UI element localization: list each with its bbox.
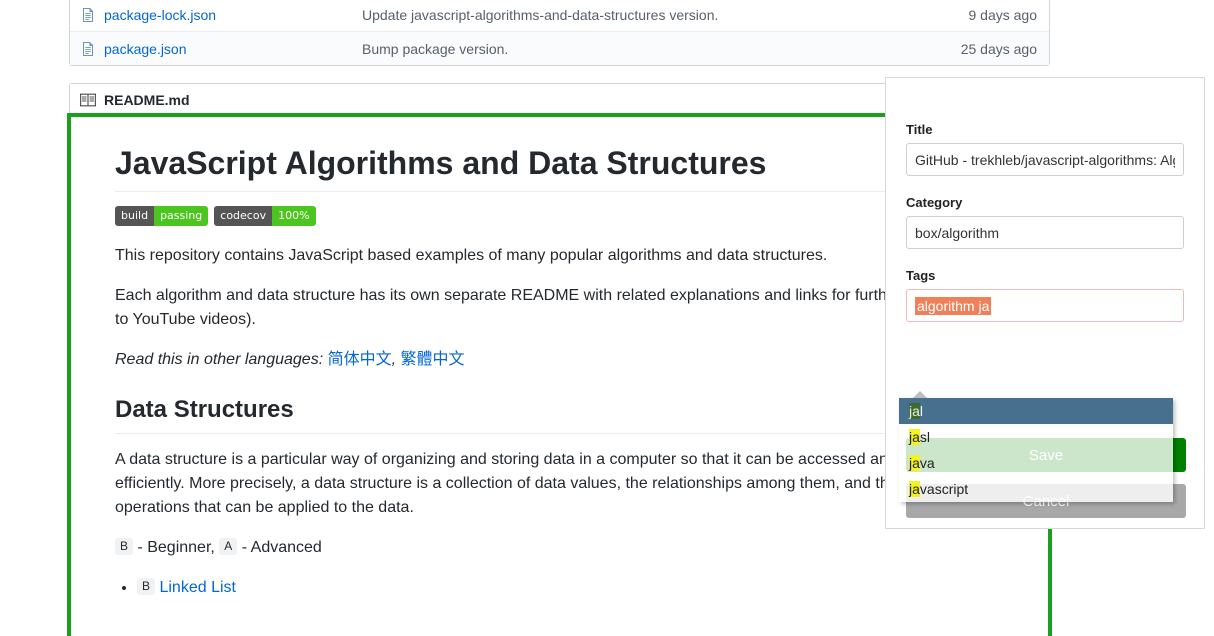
book-icon xyxy=(80,92,96,108)
tags-selected-text: algorithm ja xyxy=(915,297,991,315)
legend-advanced-badge: A xyxy=(219,538,237,555)
commit-age: 9 days ago xyxy=(969,7,1050,23)
commit-message: Bump package version. xyxy=(362,41,961,57)
table-row[interactable]: package-lock.json Update javascript-algo… xyxy=(70,0,1049,31)
legend-beginner-badge: B xyxy=(115,538,133,555)
tags-autocomplete-dropdown: jal jasl java javascript xyxy=(899,398,1173,502)
file-name-cell: package.json xyxy=(104,41,362,57)
page-root: package-lock.json Update javascript-algo… xyxy=(0,0,1214,636)
readme-filename: README.md xyxy=(104,92,190,108)
match-highlight: ja xyxy=(909,403,920,419)
title-input[interactable] xyxy=(906,143,1184,176)
description-paragraph: Each algorithm and data structure has it… xyxy=(115,284,1017,332)
autocomplete-option[interactable]: javascript xyxy=(899,476,1173,502)
autocomplete-option[interactable]: jasl xyxy=(899,424,1173,450)
commit-age: 25 days ago xyxy=(961,41,1049,57)
badge-value: passing xyxy=(154,206,208,226)
data-structures-list: B Linked List xyxy=(115,576,1017,600)
file-icon xyxy=(80,7,96,23)
badge-label: codecov xyxy=(214,206,272,226)
file-icon xyxy=(80,41,96,57)
autocomplete-option[interactable]: java xyxy=(899,450,1173,476)
translation-link-traditional[interactable]: 繁體中文 xyxy=(401,351,465,368)
badge-row: build passing codecov 100% xyxy=(115,206,1017,226)
status-badge: build passing xyxy=(115,206,208,226)
file-link[interactable]: package-lock.json xyxy=(104,7,216,23)
file-link[interactable]: package.json xyxy=(104,41,187,57)
legend-advanced-text: - Advanced xyxy=(237,539,322,556)
list-item: B Linked List xyxy=(137,576,1017,600)
tags-field-wrapper: algorithm ja xyxy=(906,289,1184,322)
level-badge: B xyxy=(137,578,155,595)
data-structures-paragraph: A data structure is a particular way of … xyxy=(115,448,1017,520)
intro-paragraph: This repository contains JavaScript base… xyxy=(115,244,1017,268)
option-rest: vascript xyxy=(920,481,968,497)
data-structure-link[interactable]: Linked List xyxy=(159,579,236,596)
option-rest: va xyxy=(920,455,935,471)
table-row[interactable]: package.json Bump package version. 25 da… xyxy=(70,31,1049,65)
option-rest: l xyxy=(920,403,923,419)
translation-link-simplified[interactable]: 简体中文 xyxy=(328,351,392,368)
bookmark-form-panel: Title Category Tags algorithm ja Save Ca… xyxy=(885,77,1205,529)
tags-input[interactable]: algorithm ja xyxy=(906,289,1184,322)
repository-file-list: package-lock.json Update javascript-algo… xyxy=(69,0,1050,66)
option-rest: sl xyxy=(920,429,930,445)
translations-label: Read this in other languages: xyxy=(115,351,323,368)
file-name-cell: package-lock.json xyxy=(104,7,362,23)
description-line-1: Each algorithm and data structure has it… xyxy=(115,287,901,304)
legend-beginner-text: - Beginner, xyxy=(133,539,215,556)
category-input[interactable] xyxy=(906,216,1184,249)
autocomplete-option[interactable]: jal xyxy=(899,398,1173,424)
title-field-label: Title xyxy=(906,122,1184,137)
dropdown-caret-icon xyxy=(913,391,927,398)
legend-line: B - Beginner, A - Advanced xyxy=(115,536,1017,560)
badge-value: 100% xyxy=(272,206,315,226)
translations-separator: , xyxy=(392,351,401,368)
translations-line: Read this in other languages: 简体中文, 繁體中文 xyxy=(115,348,1017,372)
tags-field-label: Tags xyxy=(906,268,1184,283)
commit-message: Update javascript-algorithms-and-data-st… xyxy=(362,7,969,23)
status-badge: codecov 100% xyxy=(214,206,315,226)
badge-label: build xyxy=(115,206,154,226)
category-field-label: Category xyxy=(906,195,1184,210)
match-highlight: ja xyxy=(909,455,920,471)
match-highlight: ja xyxy=(909,481,920,497)
section-heading-data-structures: Data Structures xyxy=(115,396,1017,434)
match-highlight: ja xyxy=(909,429,920,445)
page-title: JavaScript Algorithms and Data Structure… xyxy=(115,144,1017,192)
